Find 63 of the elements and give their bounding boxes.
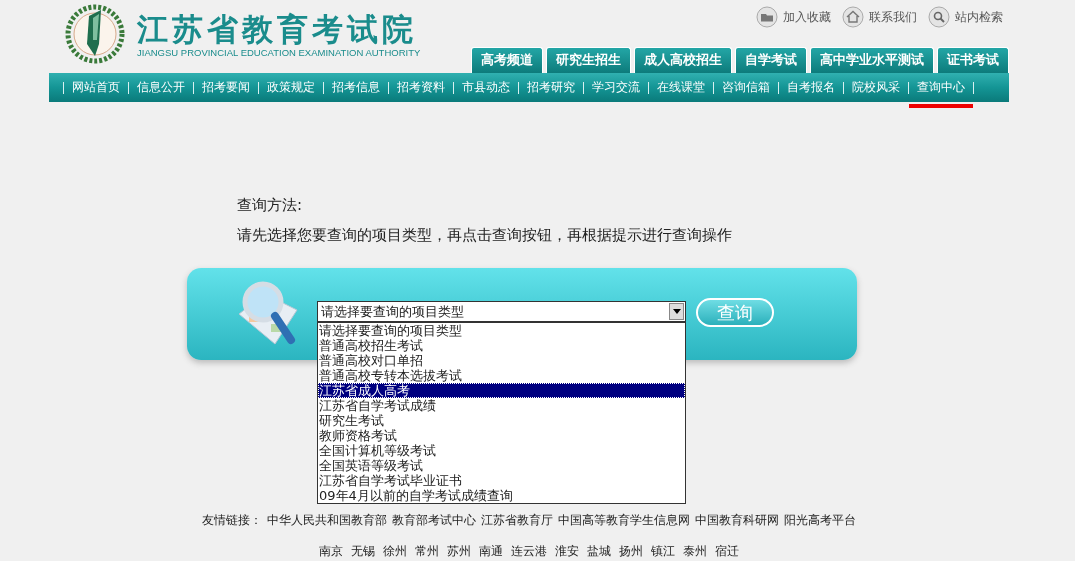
city-link[interactable]: 常州 [414,543,439,560]
site-subtitle: JIANGSU PROVINCIAL EDUCATION EXAMINATION AUTHORITY [137,46,421,58]
city-link[interactable]: 盐城 [586,543,611,560]
logo-icon [65,4,125,64]
nav-link[interactable]: 学习交流 [584,73,648,108]
nav-link[interactable]: 政策规定 [259,73,323,108]
nav-link[interactable]: 咨询信箱 [714,73,778,108]
city-link[interactable]: 扬州 [618,543,643,560]
friend-link[interactable]: 教育部考试中心 [391,513,476,527]
top-link[interactable]: 加入收藏 [783,8,831,26]
dropdown-option[interactable]: 普通高校对口单招 [318,353,685,368]
city-link[interactable]: 连云港 [510,543,547,560]
dropdown-option[interactable]: 全国英语等级考试 [318,458,685,473]
dropdown-option[interactable]: 09年4月以前的自学考试成绩查询 [318,488,685,503]
instructions-heading: 查询方法: [237,195,304,216]
friend-link[interactable]: 江苏省教育厅 [480,513,553,527]
nav-link[interactable]: 招考信息 [324,73,388,108]
home-icon[interactable] [842,6,864,28]
nav-link[interactable]: 网站首页 [64,73,128,108]
site-title: 江苏省教育考试院 [137,10,418,47]
nav-link[interactable]: 院校风采 [844,73,908,108]
channel-tab[interactable]: 高中学业水平测试 [810,47,934,73]
city-link[interactable]: 南通 [478,543,503,560]
search-icon[interactable] [928,6,950,28]
nav-link[interactable]: 信息公开 [129,73,193,108]
dropdown-option[interactable]: 研究生考试 [318,413,685,428]
dropdown-option[interactable]: 普通高校招生考试 [318,338,685,353]
city-link[interactable]: 徐州 [382,543,407,560]
nav-link[interactable]: 市县动态 [454,73,518,108]
channel-tab[interactable]: 成人高校招生 [634,47,732,73]
city-link[interactable]: 无锡 [350,543,375,560]
city-link[interactable]: 淮安 [554,543,579,560]
nav-link[interactable]: 招考研究 [519,73,583,108]
project-type-select[interactable]: 请选择要查询的项目类型 [317,301,686,322]
top-link[interactable]: 站内检索 [955,8,1003,26]
city-link[interactable]: 泰州 [682,543,707,560]
dropdown-option[interactable]: 普通高校专转本选拔考试 [318,368,685,383]
nav-link[interactable]: 在线课堂 [649,73,713,108]
dropdown-option[interactable]: 江苏省自学考试成绩 [318,398,685,413]
friend-link[interactable]: 中华人民共和国教育部 [266,513,387,527]
friend-link[interactable]: 阳光高考平台 [783,513,856,527]
channel-tab[interactable]: 自学考试 [735,47,807,73]
dropdown-option[interactable]: 江苏省成人高考 [318,383,685,398]
nav-link[interactable]: 招考要闻 [194,73,258,108]
links-label: 友情链接： [201,513,262,527]
friend-link[interactable]: 中国高等教育学生信息网 [557,513,690,527]
city-link[interactable]: 南京 [318,543,343,560]
dropdown-option[interactable]: 全国计算机等级考试 [318,443,685,458]
top-link[interactable]: 联系我们 [869,8,917,26]
dropdown-option[interactable]: 请选择要查询的项目类型 [318,323,685,338]
nav-link[interactable]: 自考报名 [779,73,843,108]
instructions-text: 请先选择您要查询的项目类型，再点击查询按钮，再根据提示进行查询操作 [237,225,733,246]
city-link[interactable]: 宿迁 [714,543,739,560]
dropdown-option[interactable]: 江苏省自学考试毕业证书 [318,473,685,488]
channel-tab[interactable]: 证书考试 [937,47,1009,73]
city-link[interactable]: 镇江 [650,543,675,560]
channel-tab[interactable]: 高考频道 [471,47,543,73]
friend-link[interactable]: 中国教育科研网 [694,513,779,527]
nav-link[interactable]: 招考资料 [389,73,453,108]
channel-tab[interactable]: 研究生招生 [546,47,631,73]
city-link[interactable]: 苏州 [446,543,471,560]
dropdown-option[interactable]: 教师资格考试 [318,428,685,443]
folder-icon[interactable] [756,6,778,28]
